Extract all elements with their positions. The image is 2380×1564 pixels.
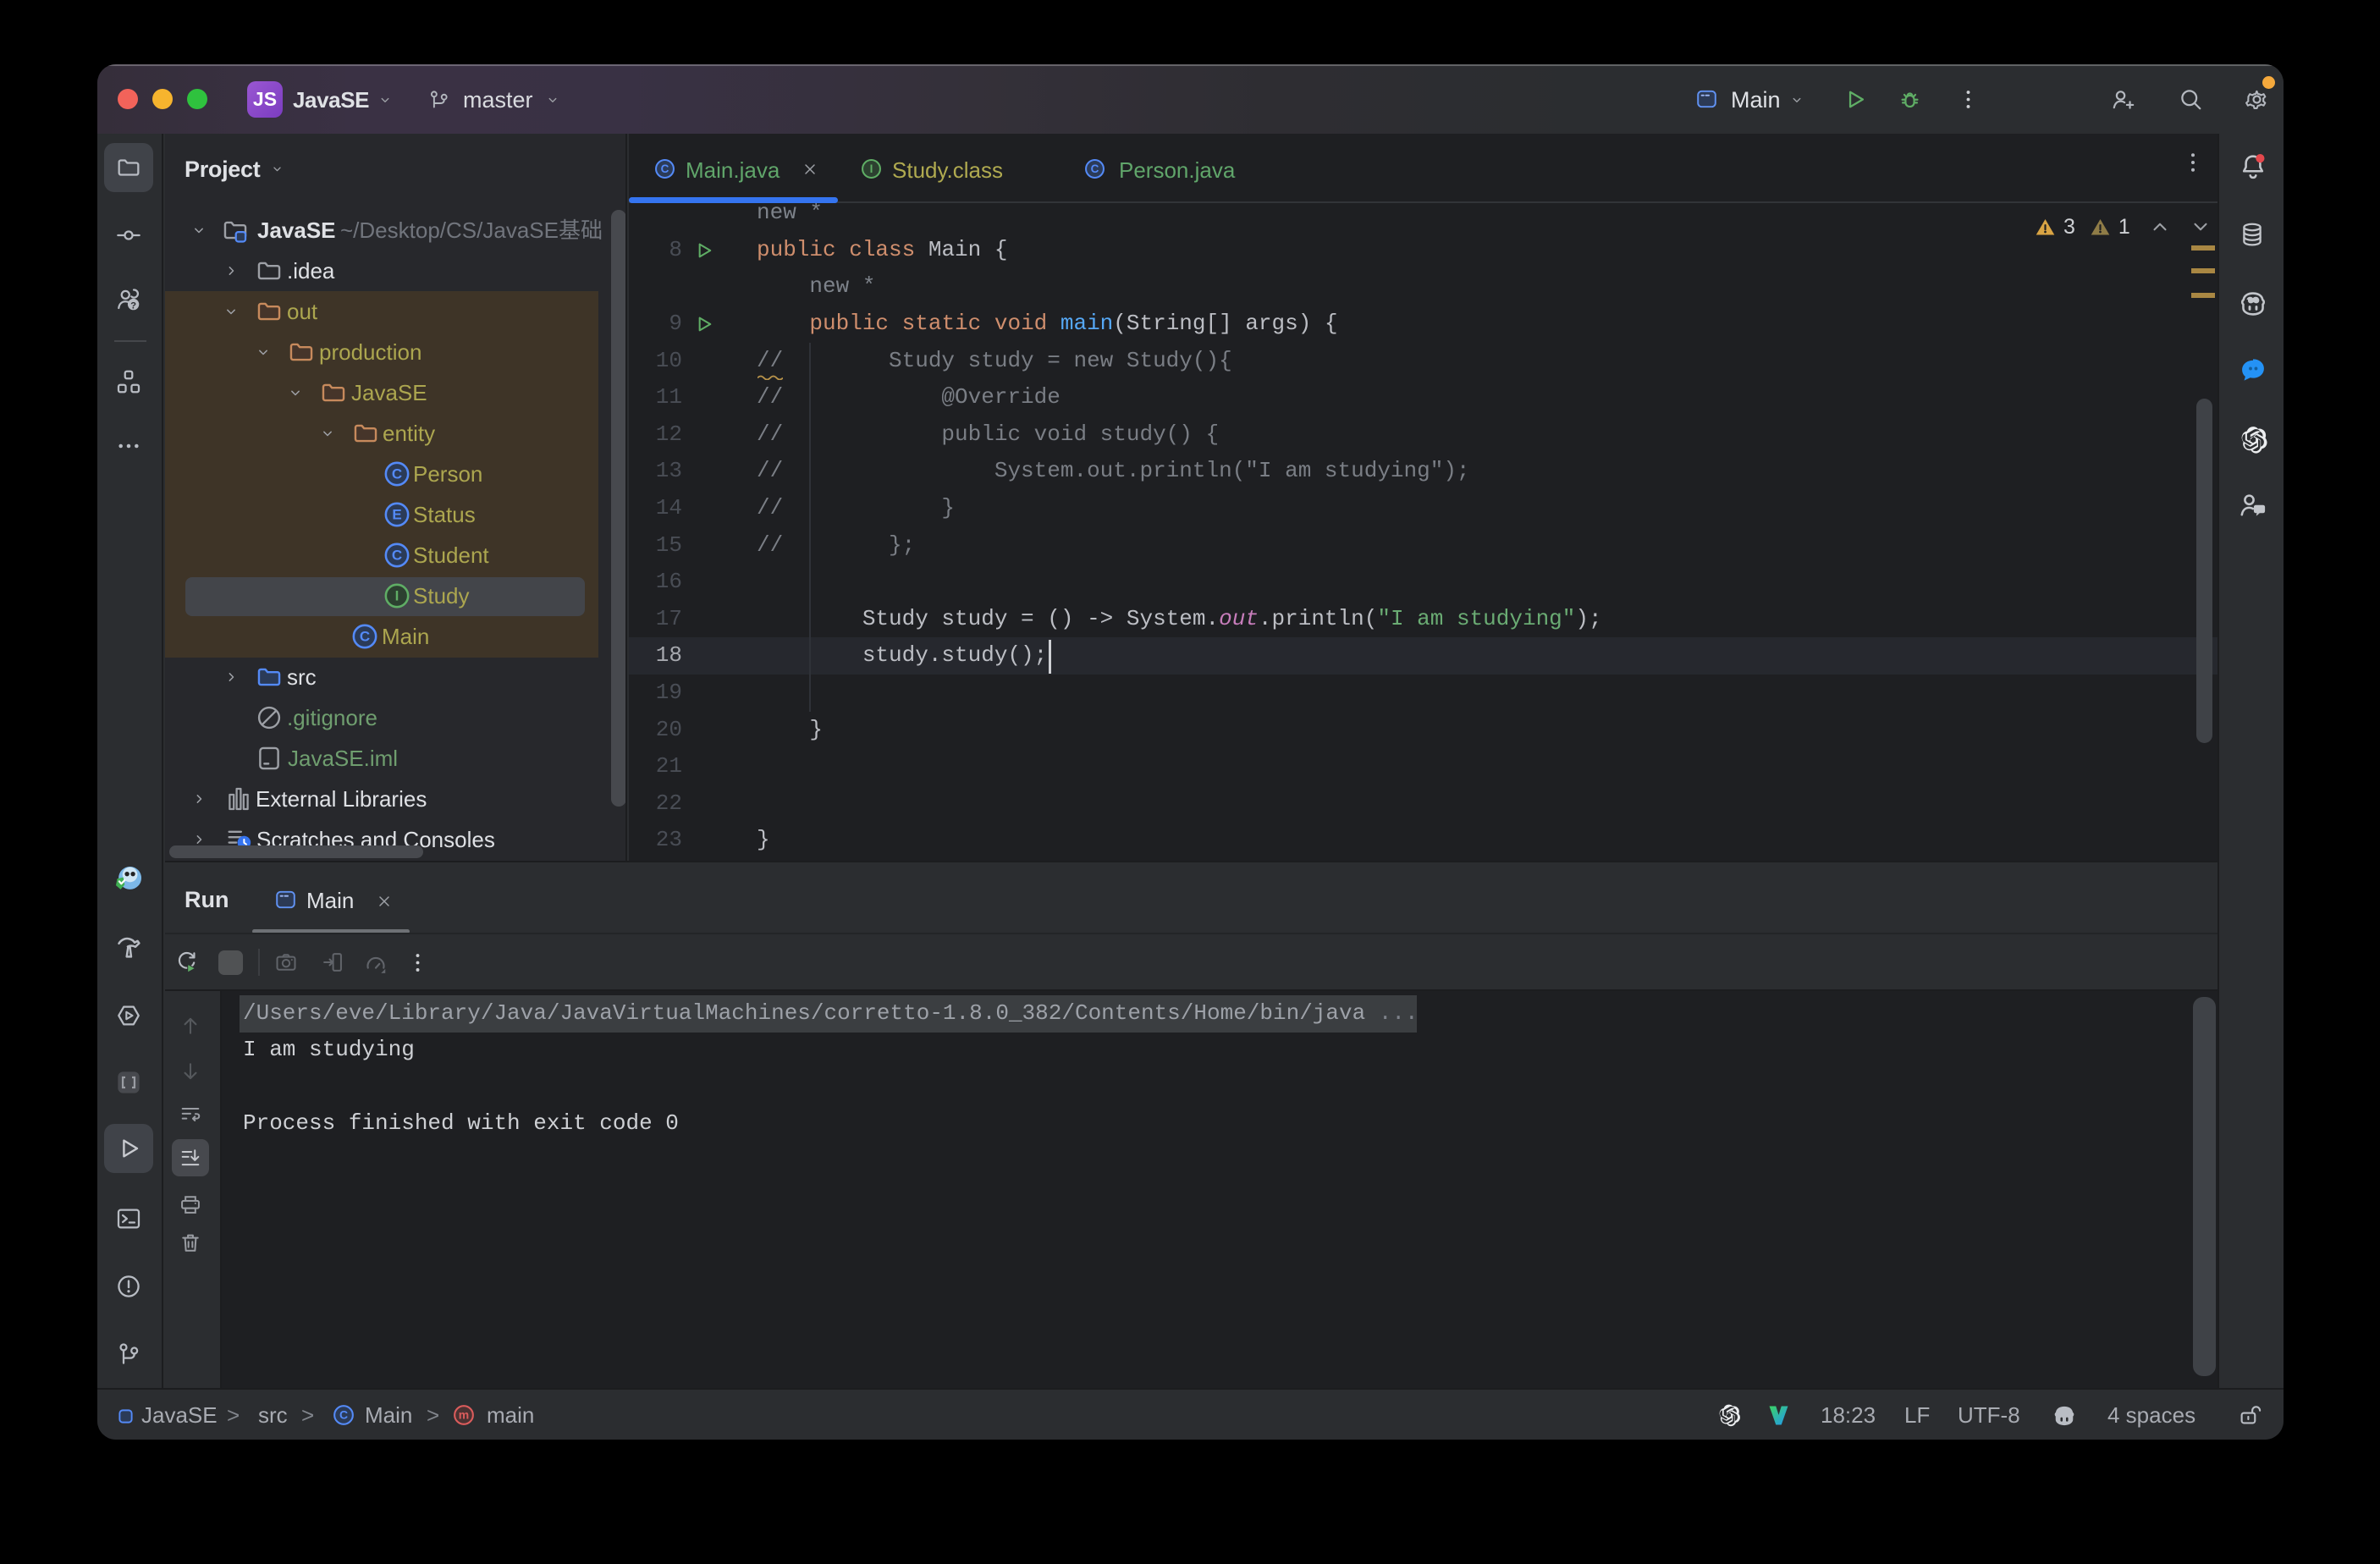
svg-text:C: C: [392, 466, 402, 482]
svg-text:C: C: [360, 629, 370, 645]
svg-text:C: C: [339, 1408, 348, 1422]
svg-text:C: C: [661, 162, 669, 175]
svg-text:I: I: [395, 588, 399, 604]
svg-text:E: E: [392, 507, 401, 523]
svg-text:C: C: [392, 548, 402, 564]
svg-text:?: ?: [130, 300, 136, 311]
svg-text:C: C: [1091, 162, 1099, 175]
svg-text:I: I: [870, 162, 873, 175]
svg-text:m: m: [459, 1408, 469, 1422]
